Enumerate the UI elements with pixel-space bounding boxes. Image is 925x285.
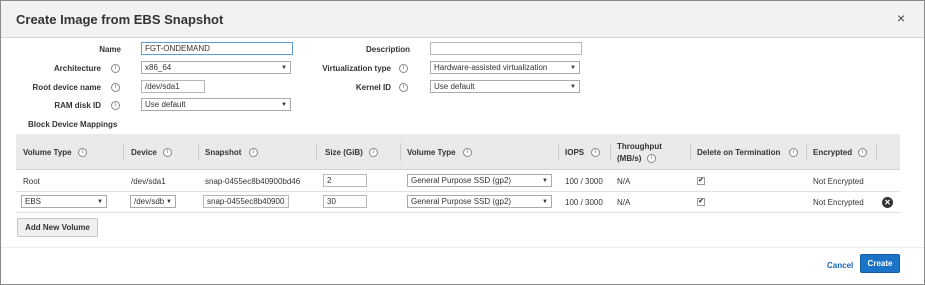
column-divider	[558, 143, 559, 161]
kernel-info-icon[interactable]: i	[399, 83, 408, 92]
row-ebs-delete-checkbox[interactable]: ✔	[697, 198, 705, 206]
root-device-input[interactable]: /dev/sda1	[141, 80, 205, 93]
row-ebs-device-select[interactable]: /dev/sdb ▼	[130, 195, 176, 208]
name-input[interactable]: FGT-ONDEMAND	[141, 42, 293, 55]
row-root-throughput: N/A	[617, 177, 631, 186]
virtualization-value: Hardware-assisted virtualization	[434, 63, 548, 72]
architecture-value: x86_64	[145, 63, 172, 72]
ramdisk-info-icon[interactable]: i	[111, 101, 120, 110]
ebs-volume-type-info-icon[interactable]: i	[463, 148, 472, 157]
chevron-down-icon: ▼	[570, 65, 576, 71]
header-ebs-volume-type: Volume Type	[407, 148, 456, 157]
column-divider	[610, 143, 611, 161]
remove-volume-icon[interactable]: ✕	[882, 197, 893, 208]
dialog-title: Create Image from EBS Snapshot	[16, 12, 224, 27]
architecture-info-icon[interactable]: i	[111, 64, 120, 73]
column-divider	[400, 143, 401, 161]
header-snapshot: Snapshot	[205, 148, 242, 157]
chevron-down-icon: ▼	[570, 84, 576, 90]
row-ebs-volume-type-select[interactable]: EBS ▼	[21, 195, 107, 208]
row-divider	[16, 191, 900, 192]
chevron-down-icon: ▼	[542, 178, 548, 184]
architecture-label: Architecture	[53, 64, 101, 73]
root-device-label: Root device name	[32, 83, 101, 92]
cancel-button[interactable]: Cancel	[827, 261, 853, 270]
footer-divider	[1, 247, 924, 248]
row-ebs-ebs-volume-type: General Purpose SSD (gp2)	[411, 197, 512, 206]
architecture-select[interactable]: x86_64 ▼	[141, 61, 291, 74]
row-root-iops: 100 / 3000	[565, 177, 603, 186]
header-delete-on-termination: Delete on Termination	[697, 148, 781, 157]
row-divider	[16, 212, 900, 213]
close-icon[interactable]: ×	[897, 11, 905, 25]
volume-type-info-icon[interactable]: i	[78, 148, 87, 157]
ramdisk-select[interactable]: Use default ▼	[141, 98, 291, 111]
virtualization-label: Virtualization type	[322, 64, 391, 73]
encrypted-info-icon[interactable]: i	[858, 148, 867, 157]
header-throughput-unit: (MB/s)	[617, 154, 642, 163]
row-root-volume-type: Root	[23, 177, 40, 186]
virtualization-info-icon[interactable]: i	[399, 64, 408, 73]
header-device: Device	[131, 148, 157, 157]
size-info-icon[interactable]: i	[369, 148, 378, 157]
dialog-header: Create Image from EBS Snapshot ×	[1, 1, 924, 38]
kernel-value: Use default	[434, 82, 475, 91]
name-label: Name	[99, 45, 121, 54]
description-label: Description	[365, 45, 410, 54]
chevron-down-icon: ▼	[542, 199, 548, 205]
row-root-delete-checkbox[interactable]: ✔	[697, 177, 705, 185]
row-root-device: /dev/sda1	[131, 177, 166, 186]
header-volume-type: Volume Type	[23, 148, 72, 157]
row-root-ebs-volume-type: General Purpose SSD (gp2)	[411, 176, 512, 185]
row-root-snapshot: snap-0455ec8b40900bd46	[205, 177, 301, 186]
ramdisk-value: Use default	[145, 100, 186, 109]
row-ebs-throughput: N/A	[617, 198, 631, 207]
device-info-icon[interactable]: i	[163, 148, 172, 157]
header-throughput: Throughput	[617, 142, 662, 151]
row-ebs-size-input[interactable]: 30	[323, 195, 367, 208]
row-ebs-volume-type: EBS	[25, 197, 42, 206]
row-ebs-snapshot-input[interactable]: snap-0455ec8b40900	[203, 195, 289, 208]
row-ebs-device: /dev/sdb	[134, 197, 165, 206]
column-divider	[198, 143, 199, 161]
throughput-info-icon[interactable]: i	[647, 154, 656, 163]
chevron-down-icon: ▼	[281, 65, 287, 71]
column-divider	[876, 143, 877, 161]
column-divider	[316, 143, 317, 161]
chevron-down-icon: ▼	[166, 199, 172, 205]
create-image-dialog: Create Image from EBS Snapshot × Name FG…	[0, 0, 925, 285]
block-device-mappings-title: Block Device Mappings	[28, 120, 118, 129]
root-device-info-icon[interactable]: i	[111, 83, 120, 92]
virtualization-select[interactable]: Hardware-assisted virtualization ▼	[430, 61, 580, 74]
header-encrypted: Encrypted	[813, 148, 853, 157]
row-root-volume-type-select[interactable]: General Purpose SSD (gp2) ▼	[407, 174, 552, 187]
add-new-volume-button[interactable]: Add New Volume	[17, 218, 98, 237]
kernel-select[interactable]: Use default ▼	[430, 80, 580, 93]
ramdisk-label: RAM disk ID	[54, 101, 101, 110]
kernel-label: Kernel ID	[355, 83, 391, 92]
chevron-down-icon: ▼	[281, 102, 287, 108]
column-divider	[690, 143, 691, 161]
snapshot-info-icon[interactable]: i	[249, 148, 258, 157]
row-ebs-iops: 100 / 3000	[565, 198, 603, 207]
delete-on-termination-info-icon[interactable]: i	[789, 148, 798, 157]
column-divider	[123, 143, 124, 161]
chevron-down-icon: ▼	[97, 199, 103, 205]
description-input[interactable]	[430, 42, 582, 55]
header-size: Size (GiB)	[325, 148, 363, 157]
row-ebs-encrypted: Not Encrypted	[813, 198, 864, 207]
column-divider	[806, 143, 807, 161]
header-iops: IOPS	[565, 148, 585, 157]
row-root-size-input[interactable]: 2	[323, 174, 367, 187]
iops-info-icon[interactable]: i	[591, 148, 600, 157]
row-ebs-ebs-volume-type-select[interactable]: General Purpose SSD (gp2) ▼	[407, 195, 552, 208]
create-button[interactable]: Create	[860, 254, 900, 273]
row-root-encrypted: Not Encrypted	[813, 177, 864, 186]
